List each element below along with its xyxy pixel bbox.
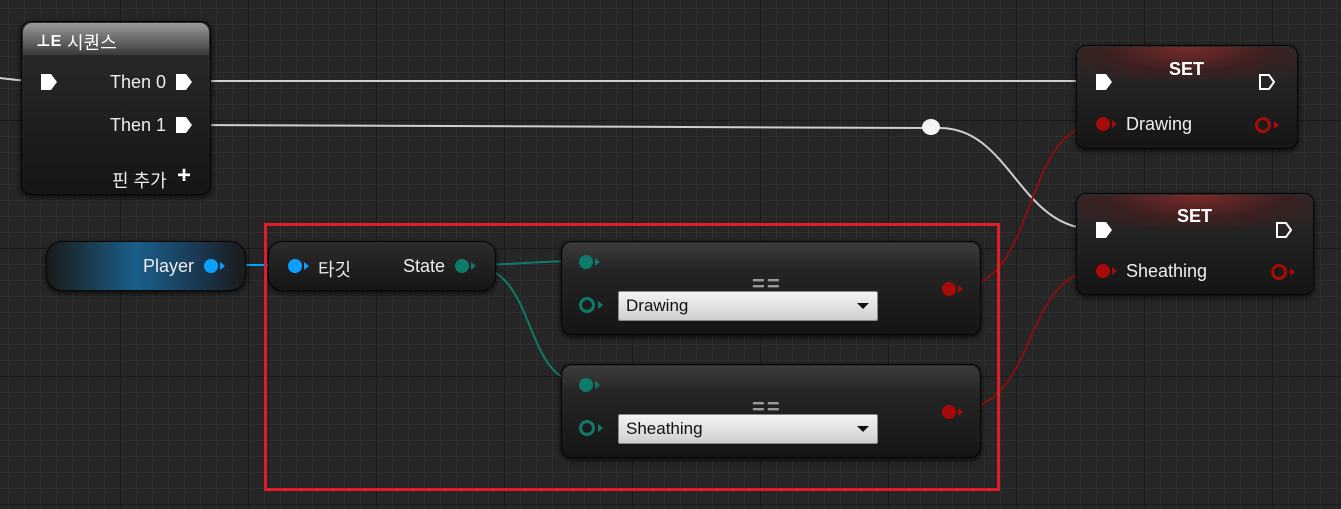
set-value-input-pin[interactable] [1096, 117, 1110, 131]
get-state-node[interactable]: 타깃 State [268, 241, 496, 291]
reroute-knot[interactable] [922, 119, 940, 135]
set-value-input-arrow [1112, 120, 1117, 128]
set-variable-label: Drawing [1126, 114, 1193, 134]
set-value-input-pin[interactable] [1096, 264, 1110, 278]
compare-result-arrow [958, 285, 963, 293]
compare-a-pin[interactable] [579, 378, 593, 392]
equal-enum-node-1[interactable]: == Drawing [561, 241, 981, 335]
compare-b-arrow [598, 424, 603, 432]
set-drawing-node[interactable]: SET Drawing [1076, 45, 1298, 149]
compare-result-arrow [958, 408, 963, 416]
add-pin-label[interactable]: 핀 추가 [112, 167, 167, 193]
compare-header [563, 366, 979, 392]
target-pin-arrow [304, 262, 309, 270]
compare-a-pin[interactable] [579, 255, 593, 269]
exec-wire-then1 [191, 124, 932, 129]
state-output-pin[interactable] [455, 259, 469, 273]
enum-dropdown-drawing[interactable]: Drawing [618, 291, 878, 321]
player-pin-arrow [220, 262, 225, 270]
sequence-node[interactable]: ⊥E 시퀀스 Then 0 Then 1 핀 추가 + [21, 21, 211, 195]
exec-in-pin[interactable] [1095, 221, 1113, 239]
enum-dropdown-value: Drawing [626, 296, 689, 315]
set-value-output-pin[interactable] [1255, 117, 1271, 133]
exec-out-pin[interactable] [1258, 73, 1276, 91]
exec-wire-knot [939, 127, 1095, 230]
player-label: Player [143, 256, 195, 276]
player-output-pin[interactable] [204, 259, 218, 273]
compare-a-arrow [595, 258, 600, 266]
enum-dropdown-value: Sheathing [626, 419, 703, 438]
set-value-output-pin[interactable] [1271, 264, 1287, 280]
add-pin-icon[interactable]: + [177, 162, 191, 190]
chevron-down-icon [857, 426, 869, 432]
compare-result-pin[interactable] [942, 405, 956, 419]
then-1-pin[interactable] [175, 116, 193, 134]
set-title: SET [1169, 59, 1205, 79]
state-label: State [403, 256, 446, 276]
compare-header [563, 243, 979, 269]
set-sheathing-node[interactable]: SET Sheathing [1076, 193, 1314, 295]
set-value-output-arrow [1290, 268, 1295, 276]
exec-in-pin[interactable] [1095, 73, 1113, 91]
enum-dropdown-sheathing[interactable]: Sheathing [618, 414, 878, 444]
node-title: 시퀀스 [67, 33, 117, 53]
equal-enum-node-2[interactable]: == Sheathing [561, 364, 981, 458]
exec-out-pin[interactable] [1275, 221, 1293, 239]
target-input-pin[interactable] [288, 259, 302, 273]
sequence-icon: ⊥E [36, 33, 62, 50]
then-0-pin[interactable] [175, 73, 193, 91]
set-variable-label: Sheathing [1126, 261, 1208, 281]
chevron-down-icon [857, 303, 869, 309]
compare-a-arrow [595, 381, 600, 389]
then-0-label: Then 0 [110, 72, 167, 92]
target-label: 타깃 [318, 260, 352, 280]
exec-in-pin[interactable] [40, 73, 58, 91]
set-value-output-arrow [1274, 121, 1279, 129]
state-pin-arrow [471, 262, 476, 270]
compare-b-pin[interactable] [579, 297, 595, 313]
set-value-input-arrow [1112, 267, 1117, 275]
then-1-label: Then 1 [110, 115, 167, 135]
set-title: SET [1177, 206, 1213, 226]
compare-result-pin[interactable] [942, 282, 956, 296]
compare-b-arrow [598, 301, 603, 309]
player-variable-node[interactable]: Player [46, 241, 246, 291]
compare-b-pin[interactable] [579, 420, 595, 436]
